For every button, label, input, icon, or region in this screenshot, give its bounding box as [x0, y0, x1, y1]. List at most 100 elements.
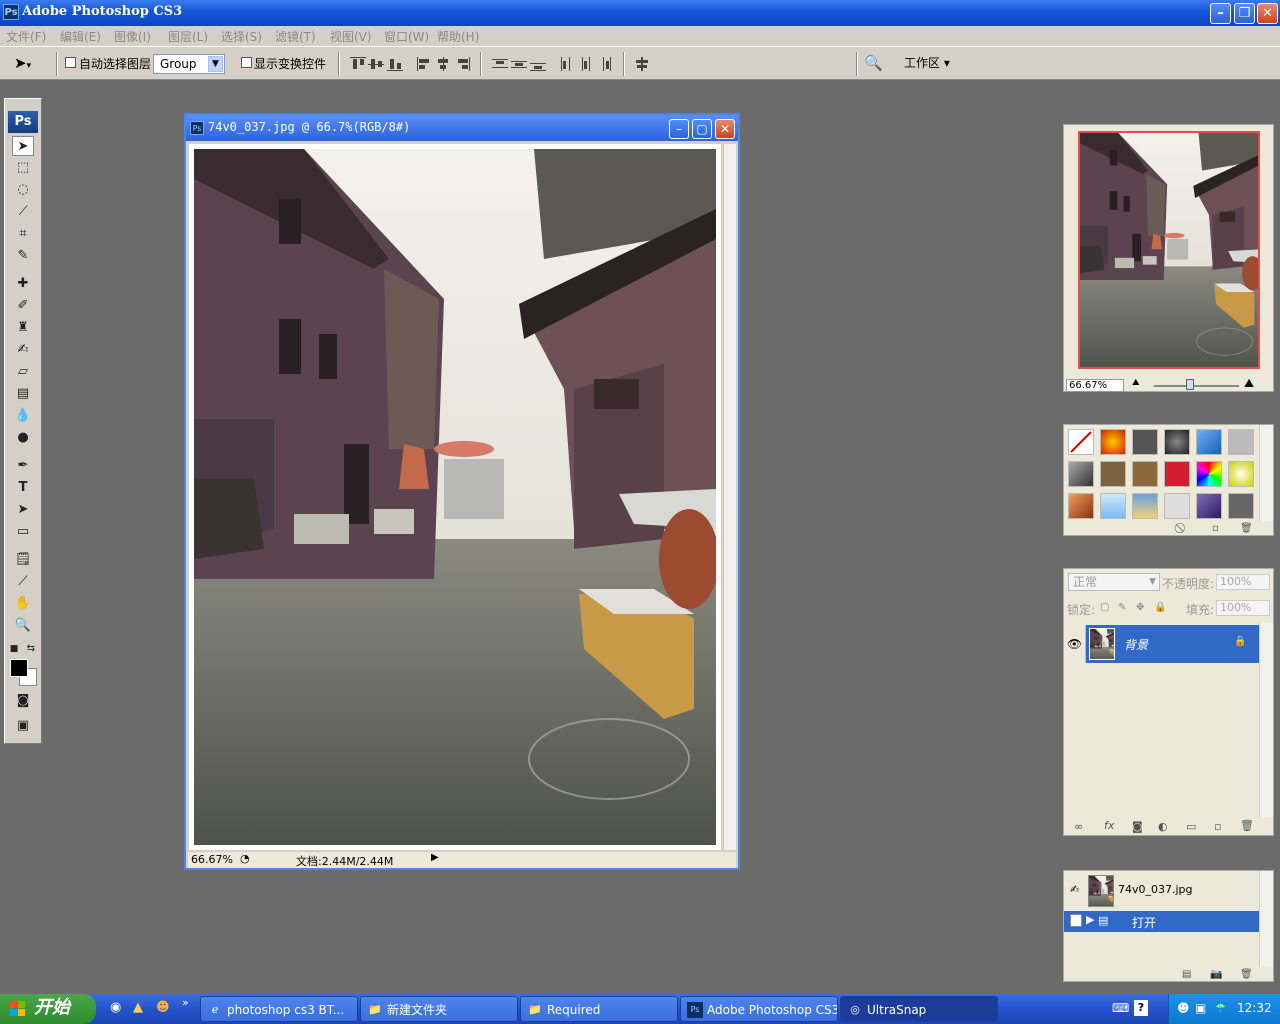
quick-mask-icon[interactable]: ◙: [12, 691, 34, 711]
quicklaunch-browser-icon[interactable]: ◉: [110, 1000, 121, 1015]
doc-maximize-button[interactable]: ▢: [692, 119, 712, 139]
zoom-tool-icon[interactable]: 🔍: [12, 616, 34, 636]
marquee-tool-icon[interactable]: ⬚: [12, 158, 34, 178]
history-brush-icon[interactable]: ✍: [12, 340, 34, 360]
align-hcenter-icon[interactable]: [436, 57, 452, 71]
menu-select[interactable]: 选择(S): [221, 28, 262, 45]
blur-tool-icon[interactable]: 💧: [12, 406, 34, 426]
minimize-button[interactable]: –: [1210, 3, 1231, 24]
show-transform-checkbox[interactable]: [241, 57, 252, 68]
style-swatch[interactable]: [1068, 461, 1094, 487]
screen-mode-icon[interactable]: ▣: [12, 716, 34, 736]
lock-move-icon[interactable]: ✥: [1136, 602, 1144, 613]
status-menu-arrow-icon[interactable]: ▶: [431, 852, 439, 863]
layer-row-background[interactable]: 👁 背景 🔒: [1064, 625, 1260, 663]
street-photo[interactable]: [194, 149, 716, 845]
menu-filter[interactable]: 滤镜(T): [275, 28, 316, 45]
taskbar-item-ultrasnap[interactable]: ◎ UltraSnap: [840, 996, 998, 1022]
history-step-open[interactable]: ▶ ▤ 打开: [1064, 911, 1260, 932]
distribute-vcenter-icon[interactable]: [511, 57, 527, 71]
magic-wand-tool-icon[interactable]: ⟋: [12, 202, 34, 222]
layer-mask-icon[interactable]: ◙: [1132, 820, 1143, 833]
new-layer-icon[interactable]: ▫: [1214, 820, 1221, 833]
align-left-icon[interactable]: [417, 57, 433, 71]
trash-icon[interactable]: 🗑: [1240, 523, 1253, 534]
clone-stamp-icon[interactable]: ♜: [12, 318, 34, 338]
align-bottom-icon[interactable]: [387, 57, 403, 71]
navigator-preview[interactable]: [1078, 131, 1260, 369]
style-swatch[interactable]: [1132, 461, 1158, 487]
quicklaunch-qq-icon[interactable]: ☻: [156, 1000, 170, 1015]
close-button[interactable]: ✕: [1257, 3, 1278, 24]
link-layers-icon[interactable]: ∞: [1074, 820, 1083, 833]
trash-icon[interactable]: 🗑: [1240, 819, 1254, 832]
history-brush-source-icon[interactable]: ✍: [1070, 883, 1079, 896]
style-swatch[interactable]: [1164, 493, 1190, 519]
type-tool-icon[interactable]: T: [12, 478, 34, 498]
fill-field[interactable]: 100%: [1216, 600, 1270, 616]
doc-zoom-readout[interactable]: 66.67%: [191, 853, 233, 866]
status-info-icon[interactable]: ◔: [240, 852, 250, 865]
default-colors-icon[interactable]: ■: [8, 639, 20, 659]
healing-brush-icon[interactable]: ✚: [12, 274, 34, 294]
lock-all-icon[interactable]: 🔒: [1154, 602, 1166, 613]
auto-select-checkbox[interactable]: [65, 57, 76, 68]
zoom-out-icon[interactable]: ⛰: [1132, 378, 1140, 388]
distribute-hcenter-icon[interactable]: [578, 57, 594, 71]
tray-app-icon[interactable]: ☻: [1177, 1001, 1190, 1015]
hand-tool-icon[interactable]: ✋: [12, 594, 34, 614]
align-top-icon[interactable]: [350, 57, 366, 71]
quicklaunch-more-icon[interactable]: »: [182, 996, 189, 1009]
style-swatch[interactable]: [1196, 461, 1222, 487]
notes-tool-icon[interactable]: 🗒: [12, 550, 34, 570]
taskbar-item-ie[interactable]: ℯ photoshop cs3 BT...: [200, 996, 358, 1022]
style-swatch[interactable]: [1228, 493, 1254, 519]
slice-tool-icon[interactable]: ✎: [12, 246, 34, 266]
trash-icon[interactable]: 🗑: [1240, 969, 1253, 980]
restore-button[interactable]: ❐: [1234, 3, 1255, 24]
start-button[interactable]: 开始: [0, 994, 96, 1024]
distribute-top-icon[interactable]: [492, 57, 508, 71]
crop-tool-icon[interactable]: ⌗: [12, 224, 34, 244]
tray-network-icon[interactable]: ▣: [1195, 1001, 1206, 1015]
new-snapshot-icon[interactable]: 📷: [1210, 969, 1222, 980]
menu-edit[interactable]: 编辑(E): [60, 28, 101, 45]
doc-close-button[interactable]: ✕: [715, 119, 735, 139]
auto-select-dropdown[interactable]: Group ▼: [153, 54, 225, 74]
layer-style-fx-icon[interactable]: fx: [1104, 819, 1114, 832]
taskbar-item-photoshop[interactable]: Ps Adobe Photoshop CS3: [680, 996, 838, 1022]
style-swatch[interactable]: [1228, 461, 1254, 487]
eye-visibility-icon[interactable]: 👁: [1064, 625, 1086, 663]
foreground-color-swatch[interactable]: [10, 659, 28, 677]
lock-transparent-icon[interactable]: ▢: [1100, 602, 1109, 613]
zoom-slider-track[interactable]: [1154, 385, 1239, 387]
distribute-bottom-icon[interactable]: [530, 57, 546, 71]
history-source-checkbox[interactable]: [1070, 914, 1082, 927]
style-swatch[interactable]: [1196, 429, 1222, 455]
quicklaunch-warning-icon[interactable]: ▲: [133, 1000, 143, 1015]
style-none-swatch[interactable]: [1068, 429, 1094, 455]
vertical-scrollbar[interactable]: [723, 144, 736, 850]
zoom-slider-handle[interactable]: [1186, 379, 1194, 390]
auto-align-icon[interactable]: [634, 57, 650, 71]
canvas-area[interactable]: [189, 144, 721, 850]
distribute-left-icon[interactable]: [559, 57, 575, 71]
taskbar-item-folder[interactable]: 📁 新建文件夹: [360, 996, 518, 1022]
style-swatch[interactable]: [1164, 461, 1190, 487]
style-swatch[interactable]: [1132, 429, 1158, 455]
history-scrollbar[interactable]: [1259, 871, 1273, 967]
taskbar-item-required[interactable]: 📁 Required: [520, 996, 678, 1022]
pen-tool-icon[interactable]: ✒: [12, 456, 34, 476]
style-swatch[interactable]: [1100, 429, 1126, 455]
align-vcenter-icon[interactable]: [368, 57, 384, 71]
workspace-button[interactable]: 工作区 ▾: [904, 54, 950, 71]
style-swatch[interactable]: [1068, 493, 1094, 519]
menu-layer[interactable]: 图层(L): [168, 28, 208, 45]
brush-tool-icon[interactable]: ✐: [12, 296, 34, 316]
new-style-icon[interactable]: ▫: [1212, 523, 1219, 534]
bridge-icon[interactable]: 🔍: [864, 54, 883, 72]
tray-antivirus-icon[interactable]: ☂: [1215, 1001, 1226, 1015]
path-selection-icon[interactable]: ➤: [12, 500, 34, 520]
distribute-right-icon[interactable]: [597, 57, 613, 71]
style-swatch[interactable]: [1164, 429, 1190, 455]
